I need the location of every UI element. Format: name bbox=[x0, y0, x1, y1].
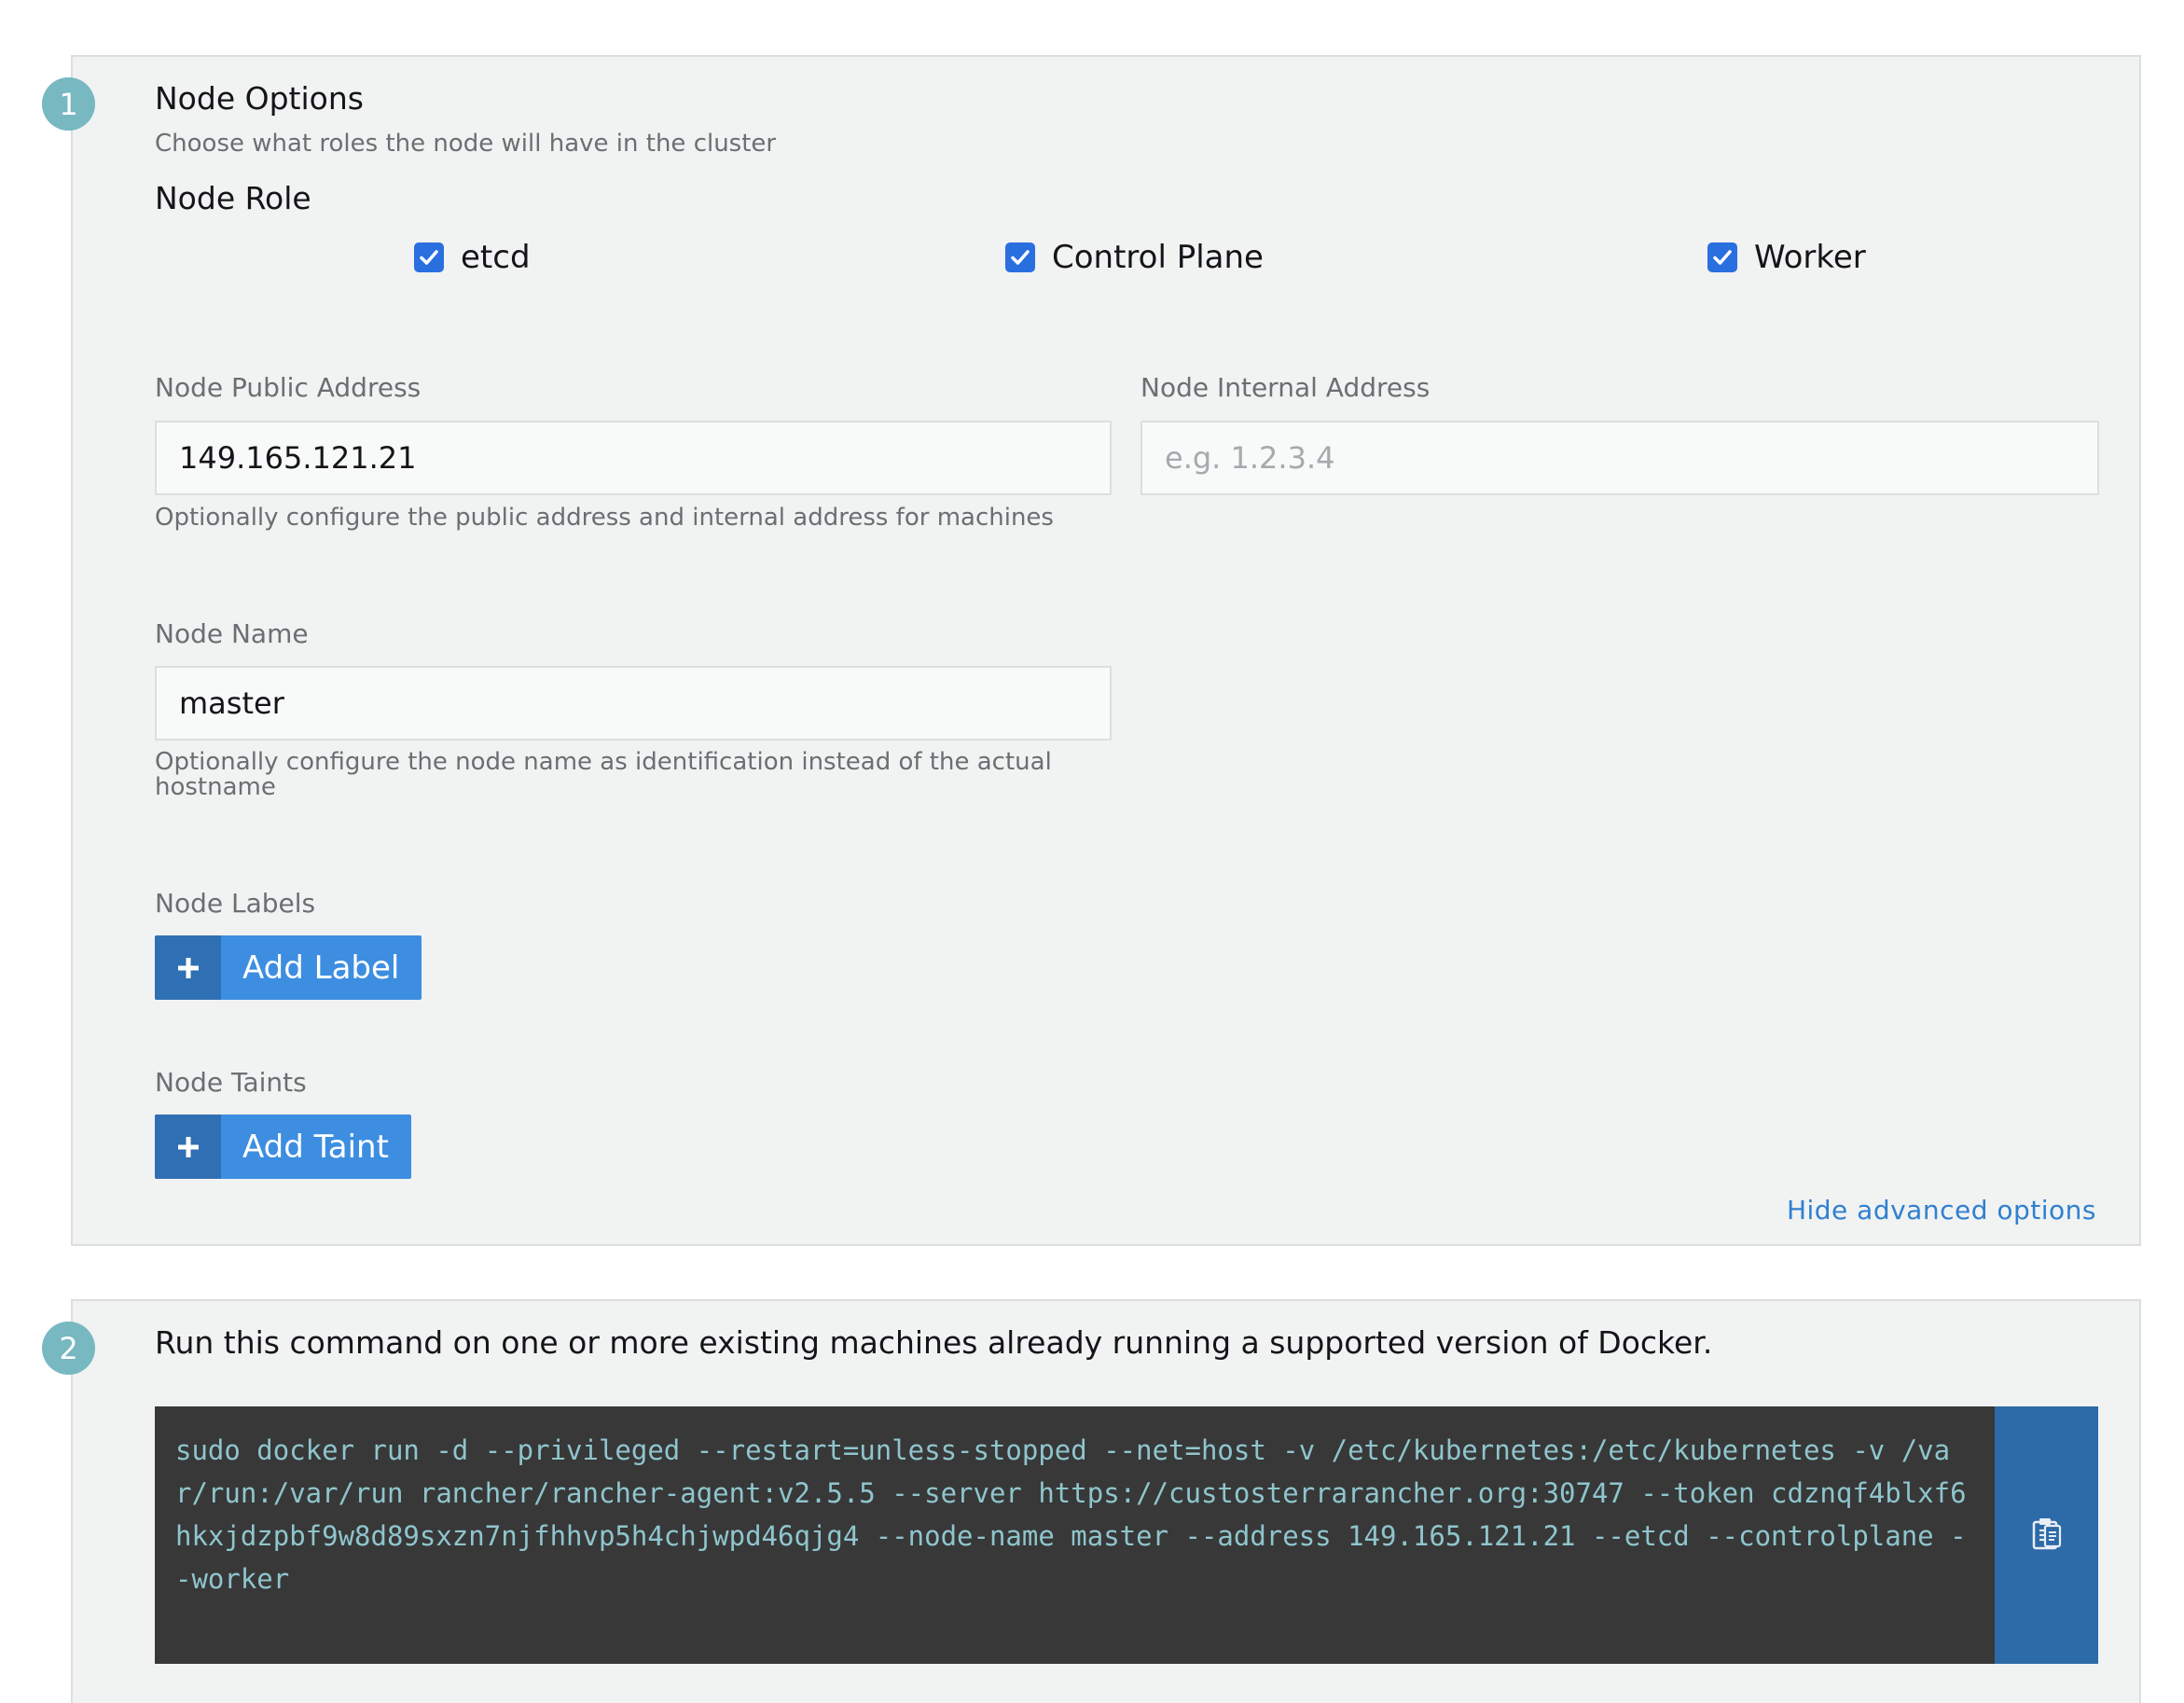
node-options-panel bbox=[71, 55, 2141, 1246]
copy-command-button[interactable] bbox=[1995, 1406, 2098, 1664]
node-name-help-text: Optionally configure the node name as id… bbox=[155, 748, 1052, 801]
role-control-plane-label: Control Plane bbox=[1052, 239, 1264, 276]
role-etcd-label: etcd bbox=[461, 239, 531, 276]
add-label-button-text: Add Label bbox=[242, 948, 400, 987]
node-options-title: Node Options bbox=[155, 80, 364, 117]
add-label-button[interactable]: Add Label bbox=[155, 935, 422, 1000]
node-name-input[interactable]: master bbox=[155, 666, 1112, 741]
docker-command-text: sudo docker run -d --privileged --restar… bbox=[175, 1434, 1967, 1595]
internal-address-input[interactable]: e.g. 1.2.3.4 bbox=[1140, 421, 2099, 495]
step-2-badge: 2 bbox=[42, 1322, 95, 1375]
node-options-subtitle: Choose what roles the node will have in … bbox=[155, 130, 777, 158]
add-taint-button-text: Add Taint bbox=[242, 1128, 389, 1166]
internal-address-label: Node Internal Address bbox=[1140, 372, 1431, 403]
check-icon bbox=[1707, 242, 1737, 272]
public-address-input[interactable]: 149.165.121.21 bbox=[155, 421, 1112, 495]
command-code-block: sudo docker run -d --privileged --restar… bbox=[155, 1406, 1995, 1664]
check-icon bbox=[414, 242, 444, 272]
role-control-plane-checkbox[interactable]: Control Plane bbox=[1005, 239, 1264, 276]
hide-advanced-options-link[interactable]: Hide advanced options bbox=[1787, 1195, 2096, 1225]
node-role-heading: Node Role bbox=[155, 180, 311, 216]
add-taint-button[interactable]: Add Taint bbox=[155, 1115, 411, 1179]
node-taints-label: Node Taints bbox=[155, 1067, 307, 1098]
plus-icon bbox=[155, 935, 221, 1000]
plus-icon bbox=[155, 1115, 221, 1179]
role-etcd-checkbox[interactable]: etcd bbox=[414, 239, 531, 276]
public-address-label: Node Public Address bbox=[155, 372, 422, 403]
check-icon bbox=[1005, 242, 1035, 272]
role-worker-label: Worker bbox=[1754, 239, 1866, 276]
role-worker-checkbox[interactable]: Worker bbox=[1707, 239, 1866, 276]
address-help-text: Optionally configure the public address … bbox=[155, 504, 1054, 532]
node-labels-label: Node Labels bbox=[155, 888, 316, 919]
run-command-instruction: Run this command on one or more existing… bbox=[155, 1324, 1713, 1361]
clipboard-icon bbox=[2031, 1516, 2063, 1554]
step-1-badge: 1 bbox=[42, 77, 95, 131]
node-name-label: Node Name bbox=[155, 618, 309, 649]
